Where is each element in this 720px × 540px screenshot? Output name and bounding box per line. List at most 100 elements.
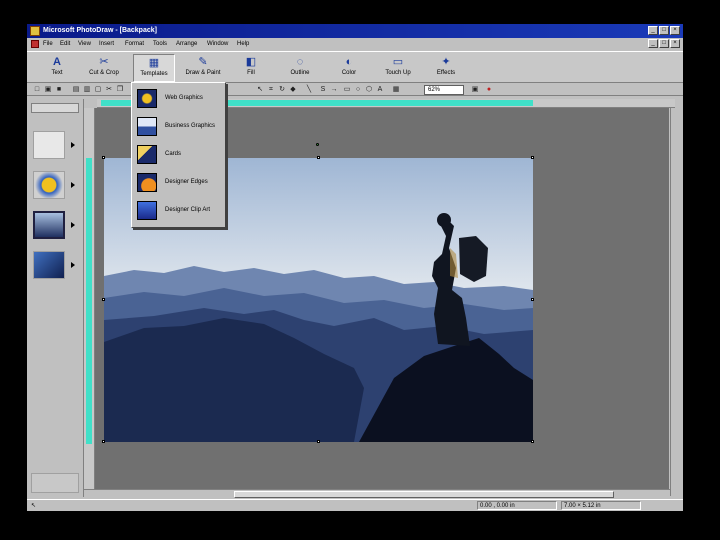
draw-paint-button-label: Draw & Paint xyxy=(185,70,221,76)
picture-thumbnail-backpack[interactable] xyxy=(33,211,65,239)
template-cards[interactable]: Cards xyxy=(135,143,223,165)
menu-view[interactable]: View xyxy=(78,38,91,50)
selection-handle-top[interactable] xyxy=(317,156,320,159)
template-business-graphics[interactable]: Business Graphics xyxy=(135,115,223,137)
thumbnail-arrow-icon[interactable] xyxy=(71,262,75,268)
shapes-icon[interactable]: ◆ xyxy=(289,86,297,94)
color-button-label: Color xyxy=(341,70,357,76)
outline-button-label: Outline xyxy=(290,70,310,76)
selection-handle-top-left[interactable] xyxy=(102,156,105,159)
wand-icon: ✦ xyxy=(441,56,451,68)
close-button[interactable]: × xyxy=(670,26,680,35)
templates-dropdown-menu: Web Graphics Business Graphics Cards Des… xyxy=(131,82,226,228)
text-tool-icon[interactable]: A xyxy=(376,86,384,94)
doc-close-button[interactable]: × xyxy=(670,39,680,48)
horizontal-scrollbar-thumb[interactable] xyxy=(234,491,614,498)
picture-thumbnail-landscape[interactable] xyxy=(33,251,65,279)
title-bar[interactable]: Microsoft PhotoDraw - [Backpack] _ □ × xyxy=(27,24,683,38)
rotate-icon[interactable]: ↻ xyxy=(278,86,286,94)
help-icon[interactable]: ● xyxy=(485,86,493,94)
vertical-ruler xyxy=(84,108,95,500)
menu-edit[interactable]: Edit xyxy=(60,38,70,50)
print-preview-icon[interactable]: ▥ xyxy=(83,86,91,94)
vertical-ruler-selection xyxy=(86,158,92,444)
text-a-icon: A xyxy=(53,56,61,68)
menu-window[interactable]: Window xyxy=(207,38,228,50)
scan-icon[interactable]: ▢ xyxy=(94,86,102,94)
thumbnail-arrow-icon[interactable] xyxy=(71,222,75,228)
designer-clip-art-icon xyxy=(137,201,157,220)
cut-icon[interactable]: ✂ xyxy=(105,86,113,94)
pointer-icon[interactable]: ↖ xyxy=(256,86,264,94)
touch-up-icon: ▭ xyxy=(392,56,404,68)
draw-paint-button[interactable]: ✎ Draw & Paint xyxy=(182,54,224,82)
fill-button[interactable]: ◧ Fill xyxy=(230,54,272,82)
standard-toolbar: □ ▣ ■ ▤ ▥ ▢ ✂ ❐ ↖ ⌗ ↻ ◆ ╲ S → ▭ ○ ⬡ A ▦ … xyxy=(27,84,683,96)
arrow-tool-icon[interactable]: → xyxy=(330,86,338,94)
zoom-box[interactable]: 62% xyxy=(424,85,464,95)
horizontal-scrollbar[interactable] xyxy=(84,489,670,499)
menu-bar: File Edit View Insert Format Tools Arran… xyxy=(27,38,683,50)
status-help-icon: ↖ xyxy=(31,503,37,509)
templates-button-label: Templates xyxy=(140,71,168,77)
menu-help[interactable]: Help xyxy=(237,38,249,50)
scissors-icon: ✂ xyxy=(99,56,109,68)
vertical-scrollbar[interactable] xyxy=(670,108,682,496)
copy-icon[interactable]: ❐ xyxy=(116,86,124,94)
picture-list-footer xyxy=(31,473,79,493)
polygon-tool-icon[interactable]: ⬡ xyxy=(365,86,373,94)
open-icon[interactable]: ▣ xyxy=(44,86,52,94)
maximize-button[interactable]: □ xyxy=(659,26,669,35)
template-designer-edges-label: Designer Edges xyxy=(165,179,208,185)
template-web-graphics[interactable]: Web Graphics xyxy=(135,87,223,109)
doc-restore-button[interactable]: □ xyxy=(659,39,669,48)
selection-handle-bottom[interactable] xyxy=(317,440,320,443)
selection-handle-bottom-right[interactable] xyxy=(531,440,534,443)
cut-crop-button[interactable]: ✂ Cut & Crop xyxy=(83,54,125,82)
thumbnail-arrow-icon[interactable] xyxy=(71,142,75,148)
touch-up-button[interactable]: ▭ Touch Up xyxy=(377,54,419,82)
template-designer-clip-art[interactable]: Designer Clip Art xyxy=(135,199,223,221)
text-button[interactable]: A Text xyxy=(36,54,78,82)
templates-button[interactable]: ▦ Templates xyxy=(133,54,175,82)
rectangle-tool-icon[interactable]: ▭ xyxy=(343,86,351,94)
effects-button-label: Effects xyxy=(436,70,456,76)
document-icon[interactable] xyxy=(31,40,39,48)
color-icon: ◐ xyxy=(345,56,353,68)
paint-brush-icon: ✎ xyxy=(198,56,208,68)
template-designer-edges[interactable]: Designer Edges xyxy=(135,171,223,193)
menu-arrange[interactable]: Arrange xyxy=(176,38,197,50)
crop-icon[interactable]: ⌗ xyxy=(267,86,275,94)
line-icon[interactable]: ╲ xyxy=(305,86,313,94)
curve-icon[interactable]: S xyxy=(319,86,327,94)
menu-insert[interactable]: Insert xyxy=(99,38,114,50)
selection-handle-right[interactable] xyxy=(531,298,534,301)
picture-list xyxy=(27,99,84,497)
effects-button[interactable]: ✦ Effects xyxy=(425,54,467,82)
new-icon[interactable]: □ xyxy=(33,86,41,94)
ellipse-tool-icon[interactable]: ○ xyxy=(354,86,362,94)
outline-button[interactable]: ◌ Outline xyxy=(279,54,321,82)
picture-thumbnail-document[interactable] xyxy=(33,131,65,159)
color-button[interactable]: ◐ Color xyxy=(328,54,370,82)
cut-crop-button-label: Cut & Crop xyxy=(89,70,119,76)
doc-minimize-button[interactable]: _ xyxy=(648,39,658,48)
thumbnail-arrow-icon[interactable] xyxy=(71,182,75,188)
minimize-button[interactable]: _ xyxy=(648,26,658,35)
selection-handle-bottom-left[interactable] xyxy=(102,440,105,443)
menu-file[interactable]: File xyxy=(43,38,53,50)
fit-to-window-icon[interactable]: ▣ xyxy=(471,86,479,94)
selection-handle-left[interactable] xyxy=(102,298,105,301)
picture-thumbnail-globe[interactable] xyxy=(33,171,65,199)
touch-up-button-label: Touch Up xyxy=(385,70,411,76)
save-icon[interactable]: ■ xyxy=(55,86,63,94)
template-designer-clip-art-label: Designer Clip Art xyxy=(165,207,211,213)
menu-tools[interactable]: Tools xyxy=(153,38,167,50)
picture-list-icon[interactable]: ▦ xyxy=(392,86,400,94)
print-icon[interactable]: ▤ xyxy=(72,86,80,94)
selection-handle-top-right[interactable] xyxy=(531,156,534,159)
photodraw-app-icon[interactable] xyxy=(30,26,40,36)
menu-format[interactable]: Format xyxy=(125,38,144,50)
visual-menu-toolbar: A Text ✂ Cut & Crop ▦ Templates ✎ Draw &… xyxy=(27,51,683,83)
rotation-handle[interactable] xyxy=(316,143,319,146)
